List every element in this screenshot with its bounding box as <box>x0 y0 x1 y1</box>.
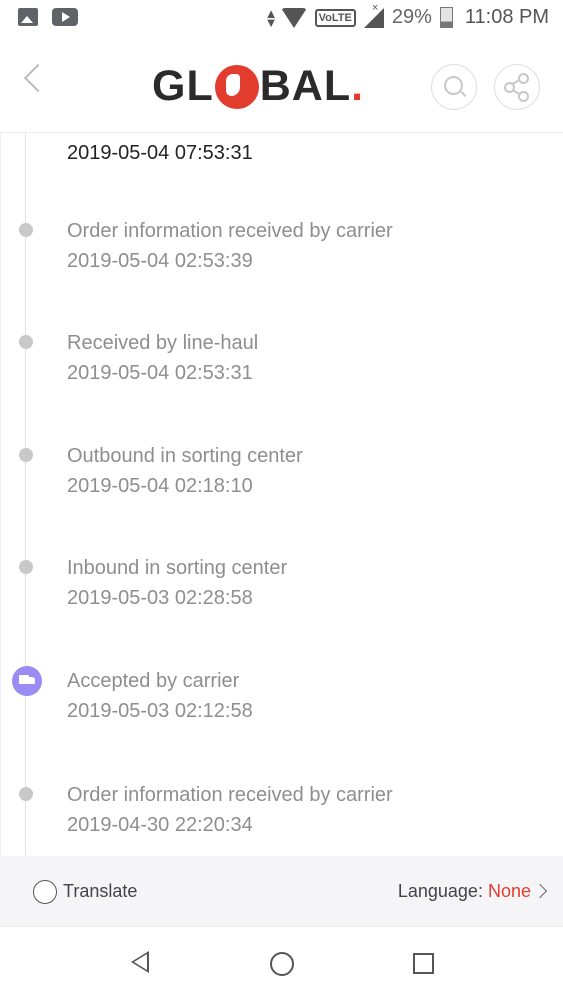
translate-label[interactable]: Translate <box>63 881 137 902</box>
system-nav-bar <box>0 926 563 1001</box>
timeline-line <box>25 133 26 855</box>
event-status: Order information received by carrier <box>67 784 393 806</box>
data-transfer-icon: ▲ ▼ <box>264 5 278 30</box>
language-value: None <box>487 881 531 901</box>
wifi-icon <box>280 7 307 28</box>
timeline-item: Order information received by carrier 20… <box>67 216 547 276</box>
battery-percent: 29% <box>391 6 432 28</box>
event-date: 2019-05-04 02:53:39 <box>67 250 253 272</box>
nav-recents-icon[interactable] <box>413 953 434 974</box>
volte-badge: VoLTE <box>314 8 356 27</box>
translate-radio[interactable] <box>33 880 57 904</box>
event-status: Accepted by carrier <box>67 670 240 692</box>
battery-icon <box>439 7 453 28</box>
youtube-notification-icon <box>52 8 78 26</box>
event-date: 2019-05-04 02:18:10 <box>67 475 253 497</box>
timeline-dot <box>19 223 33 237</box>
translate-bar: Translate Language: None <box>0 856 563 926</box>
timeline-item: Accepted by carrier 2019-05-03 02:12:58 <box>67 666 547 726</box>
event-status: Received by line-haul <box>67 332 259 354</box>
logo-text-left: GL <box>152 62 214 110</box>
search-button[interactable] <box>431 64 477 110</box>
status-bar: ▲ ▼ VoLTE × 29% 11:08 PM <box>0 0 563 38</box>
nav-home-icon[interactable] <box>270 952 294 976</box>
event-status: Outbound in sorting center <box>67 445 303 467</box>
event-date: 2019-05-04 02:53:31 <box>67 362 253 384</box>
event-status: Inbound in sorting center <box>67 557 288 579</box>
back-chevron-icon[interactable] <box>23 63 53 93</box>
tracking-timeline[interactable]: 2019-05-04 07:53:31 Order information re… <box>0 133 563 855</box>
global-logo: GL BAL . <box>152 62 364 111</box>
logo-text-right: BAL <box>259 62 352 110</box>
timeline-dot <box>19 560 33 574</box>
timeline-dot <box>19 448 33 462</box>
timeline-item: Outbound in sorting center 2019-05-04 02… <box>67 441 547 501</box>
globe-icon <box>214 64 259 109</box>
event-status: Order information received by carrier <box>67 220 393 242</box>
timeline-item: 2019-05-04 07:53:31 <box>67 138 547 168</box>
truck-icon <box>12 666 42 696</box>
clock: 11:08 PM <box>464 6 549 28</box>
timeline-item: Order information received by carrier 20… <box>67 780 547 840</box>
timeline-dot <box>19 335 33 349</box>
share-button[interactable] <box>494 64 540 110</box>
event-date: 2019-04-30 22:20:34 <box>67 814 253 836</box>
app-header: GL BAL . <box>0 40 563 133</box>
timeline-item: Inbound in sorting center 2019-05-03 02:… <box>67 553 547 613</box>
event-date: 2019-05-04 07:53:31 <box>67 142 253 164</box>
language-label: Language: <box>397 881 483 901</box>
gallery-notification-icon <box>18 8 38 26</box>
timeline-dot <box>19 787 33 801</box>
logo-dot: . <box>351 62 365 110</box>
event-date: 2019-05-03 02:12:58 <box>67 700 253 722</box>
timeline-item: Received by line-haul 2019-05-04 02:53:3… <box>67 328 547 388</box>
search-icon <box>444 76 463 95</box>
chevron-right-icon[interactable] <box>532 883 548 899</box>
event-date: 2019-05-03 02:28:58 <box>67 587 253 609</box>
language-selector[interactable]: Language: None <box>398 881 531 902</box>
nav-back-icon[interactable] <box>131 951 149 973</box>
signal-icon: × <box>363 2 384 28</box>
